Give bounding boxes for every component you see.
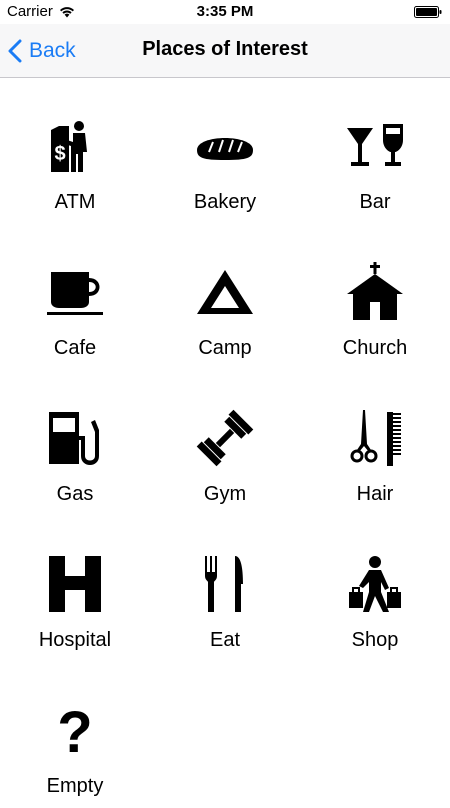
place-label: Hair (356, 483, 394, 505)
gas-pump-icon (45, 408, 105, 468)
place-label: Eat (209, 629, 241, 651)
place-empty[interactable]: ? Empty (0, 662, 150, 808)
place-label: Gym (203, 483, 247, 505)
place-label: Camp (198, 337, 252, 359)
page-title: Places of Interest (142, 38, 308, 60)
atm-icon: $ (45, 116, 105, 176)
place-label: Church (342, 337, 408, 359)
navigation-bar: Back Places of Interest (0, 24, 450, 78)
place-hospital[interactable]: Hospital (0, 516, 150, 662)
place-label: Bar (359, 191, 391, 213)
svg-text:$: $ (54, 143, 65, 165)
place-label: Hospital (38, 629, 112, 651)
status-bar: Carrier 3:35 PM (0, 0, 450, 24)
battery-icon (414, 6, 442, 18)
place-bakery[interactable]: Bakery (150, 78, 300, 224)
drinks-icon (345, 116, 405, 176)
dumbbell-icon (195, 408, 255, 468)
tent-icon (195, 262, 255, 322)
place-shop[interactable]: Shop (300, 516, 450, 662)
place-label: Gas (56, 483, 94, 505)
place-atm[interactable]: $ ATM (0, 78, 150, 224)
place-label: ATM (54, 191, 96, 213)
fork-knife-icon (195, 554, 255, 614)
coffee-cup-icon (45, 262, 105, 322)
hospital-icon (45, 554, 105, 614)
question-mark-icon: ? (45, 700, 105, 760)
place-label: Shop (351, 629, 399, 651)
status-time: 3:35 PM (196, 3, 254, 20)
shopper-icon (345, 554, 405, 614)
church-icon (345, 262, 405, 322)
place-eat[interactable]: Eat (150, 516, 300, 662)
place-label: Cafe (53, 337, 97, 359)
place-gym[interactable]: Gym (150, 370, 300, 516)
place-gas[interactable]: Gas (0, 370, 150, 516)
place-church[interactable]: Church (300, 224, 450, 370)
place-cafe[interactable]: Cafe (0, 224, 150, 370)
place-bar[interactable]: Bar (300, 78, 450, 224)
place-hair[interactable]: Hair (300, 370, 450, 516)
bread-icon (195, 116, 255, 176)
svg-text:?: ? (57, 700, 92, 760)
places-grid: $ ATM Bakery Bar Cafe Camp Church Gas Gy… (0, 78, 450, 800)
place-camp[interactable]: Camp (150, 224, 300, 370)
place-label: Bakery (193, 191, 257, 213)
place-label: Empty (46, 775, 104, 797)
scissors-comb-icon (345, 408, 405, 468)
